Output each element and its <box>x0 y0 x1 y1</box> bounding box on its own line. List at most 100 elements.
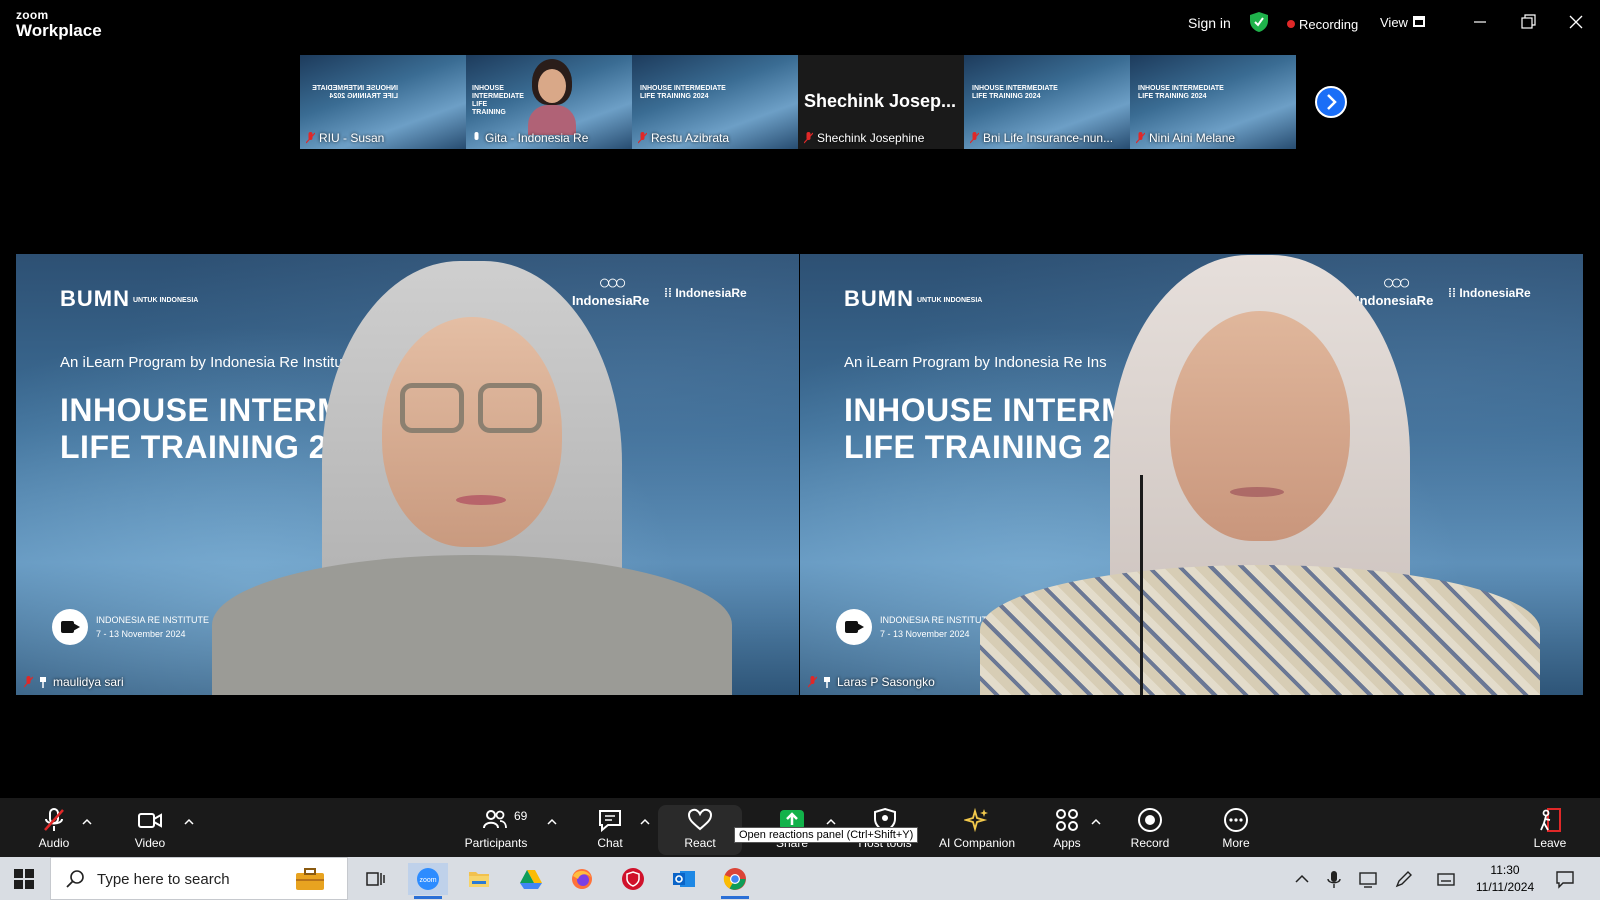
thumbnail-label: Bni Life Insurance-nun... <box>969 131 1113 145</box>
clock-time: 11:30 <box>1490 863 1520 877</box>
thumbnail-restu-azibrata[interactable]: INHOUSE INTERMEDIATE LIFE TRAINING 2024 … <box>632 55 798 149</box>
participants-icon <box>482 807 508 833</box>
video-tile-laras-p-sasongko[interactable]: BUMN UNTUK INDONESIA ○○○ IndonesiaRe ⁞⁞ In… <box>800 254 1583 695</box>
mic-muted-icon <box>637 132 648 144</box>
recording-indicator[interactable]: Recording <box>1299 17 1358 32</box>
participant-name: Restu Azibrata <box>651 131 730 145</box>
logo-bottom: Workplace <box>16 21 102 40</box>
bumn-logo: BUMN UNTUK INDONESIA <box>844 286 983 311</box>
react-button[interactable]: React <box>670 798 730 857</box>
thumbnail-slide-title: INHOUSE INTERMEDIATE LIFE TRAINING 2024 <box>1138 85 1224 100</box>
participants-options-caret-icon[interactable] <box>547 814 557 825</box>
thumbnail-riu-susan[interactable]: INHOUSE INTERMEDIATE LIFE TRAINING 2024 … <box>300 55 466 149</box>
recording-dot-icon <box>1287 20 1295 28</box>
close-icon[interactable] <box>1566 12 1586 32</box>
event-info: INDONESIA RE INSTITUT 7 - 13 November 20… <box>836 609 987 645</box>
camera-icon <box>836 609 872 645</box>
participant-name: Gita - Indonesia Re <box>485 131 589 145</box>
taskbar-clock[interactable]: 11:30 11/11/2024 <box>1470 862 1540 896</box>
audio-options-caret-icon[interactable] <box>82 814 92 825</box>
taskbar-zoom-icon[interactable]: zoom <box>408 863 448 899</box>
heart-icon <box>687 807 713 833</box>
participant-video-person <box>980 255 1540 695</box>
next-page-arrow-icon[interactable] <box>1315 86 1347 118</box>
video-camera-icon <box>137 807 163 833</box>
mic-muted-icon <box>807 676 818 688</box>
video-label: Laras P Sasongko <box>807 675 935 689</box>
more-dots-icon <box>1223 807 1249 833</box>
bumn-logo: BUMN UNTUK INDONESIA <box>60 286 199 311</box>
participant-name: RIU - Susan <box>319 131 385 145</box>
windows-taskbar: Type here to search zoom 11:30 11/11/202… <box>0 857 1600 900</box>
thumbnail-label: Shechink Josephine <box>803 131 924 145</box>
taskbar-firefox-icon[interactable] <box>562 863 602 895</box>
participant-video-person <box>212 255 752 695</box>
windows-start-icon[interactable] <box>14 869 34 889</box>
thumbnail-shechink-josephine[interactable]: Shechink Josep... Shechink Josephine <box>798 55 964 149</box>
zoom-logo: zoom Workplace <box>16 9 102 39</box>
share-options-caret-icon[interactable] <box>826 814 836 825</box>
security-shield-icon[interactable] <box>1250 12 1268 32</box>
apps-options-caret-icon[interactable] <box>1091 814 1101 825</box>
pin-icon <box>39 676 47 688</box>
record-icon <box>1137 807 1163 833</box>
chat-options-caret-icon[interactable] <box>640 814 650 825</box>
taskbar-security-app-icon[interactable] <box>613 863 653 895</box>
zoom-window: zoom Workplace Sign in Recording View IN… <box>0 0 1600 900</box>
participants-button[interactable]: Participants <box>460 798 532 857</box>
video-label: maulidya sari <box>23 675 124 689</box>
thumbnail-label: Gita - Indonesia Re <box>472 131 588 145</box>
tray-display-icon[interactable] <box>1358 869 1378 889</box>
thumbnail-slide-title: INHOUSE INTERMEDIATE LIFE TRAINING <box>472 85 524 116</box>
participant-video <box>524 59 580 135</box>
mic-muted-icon <box>803 132 814 144</box>
camera-icon <box>52 609 88 645</box>
taskbar-google-drive-icon[interactable] <box>511 863 551 895</box>
svg-text:zoom: zoom <box>419 877 436 884</box>
apps-icon <box>1054 807 1080 833</box>
title-bar: zoom Workplace Sign in Recording View <box>0 0 1600 46</box>
react-tooltip: Open reactions panel (Ctrl+Shift+Y) <box>734 827 919 843</box>
search-icon <box>65 869 85 889</box>
mic-muted-icon <box>969 132 980 144</box>
ai-companion-button[interactable]: AI Companion <box>932 798 1022 857</box>
tray-pen-icon[interactable] <box>1394 869 1414 889</box>
mic-muted-icon <box>1135 132 1146 144</box>
taskbar-chrome-icon[interactable] <box>715 863 755 899</box>
leave-door-icon <box>1537 807 1563 833</box>
record-button[interactable]: Record <box>1124 798 1176 857</box>
clock-date: 11/11/2024 <box>1475 880 1535 894</box>
taskbar-outlook-icon[interactable] <box>664 863 704 895</box>
notification-center-icon[interactable] <box>1555 869 1575 889</box>
taskbar-search-box[interactable]: Type here to search <box>50 857 348 900</box>
view-grid-icon[interactable] <box>1413 16 1425 27</box>
thumbnail-gita-indonesia-re[interactable]: INHOUSE INTERMEDIATE LIFE TRAINING Gita … <box>466 55 632 149</box>
mic-muted-icon <box>23 676 34 688</box>
video-tile-maulidya-sari[interactable]: BUMN UNTUK INDONESIA ○○○ IndonesiaRe ⁞⁞ In… <box>16 254 799 695</box>
minimize-icon[interactable] <box>1470 12 1490 32</box>
more-button[interactable]: More <box>1210 798 1262 857</box>
video-options-caret-icon[interactable] <box>184 814 194 825</box>
participant-name: maulidya sari <box>53 675 124 689</box>
video-button[interactable]: Video <box>124 798 176 857</box>
tray-keyboard-icon[interactable] <box>1436 869 1456 889</box>
view-button[interactable]: View <box>1380 15 1408 30</box>
participants-count: 69 <box>514 809 528 823</box>
pin-icon <box>823 676 831 688</box>
thumbnail-label: RIU - Susan <box>305 131 385 145</box>
sign-in-button[interactable]: Sign in <box>1188 15 1231 31</box>
task-view-icon[interactable] <box>355 863 395 895</box>
tray-microphone-icon[interactable] <box>1324 869 1344 889</box>
leave-button[interactable]: Leave <box>1524 798 1576 857</box>
tray-show-hidden-icon[interactable] <box>1292 869 1312 889</box>
participant-name: Laras P Sasongko <box>837 675 935 689</box>
taskbar-file-explorer-icon[interactable] <box>459 863 499 895</box>
participant-name: Nini Aini Melane <box>1149 131 1236 145</box>
restore-icon[interactable] <box>1518 12 1538 32</box>
thumbnail-bni-life-insurance[interactable]: INHOUSE INTERMEDIATE LIFE TRAINING 2024 … <box>964 55 1130 149</box>
mic-muted-icon <box>305 132 316 144</box>
apps-button[interactable]: Apps <box>1040 798 1094 857</box>
chat-button[interactable]: Chat <box>586 798 634 857</box>
audio-button[interactable]: Audio <box>28 798 80 857</box>
thumbnail-nini-aini-melane[interactable]: INHOUSE INTERMEDIATE LIFE TRAINING 2024 … <box>1130 55 1296 149</box>
